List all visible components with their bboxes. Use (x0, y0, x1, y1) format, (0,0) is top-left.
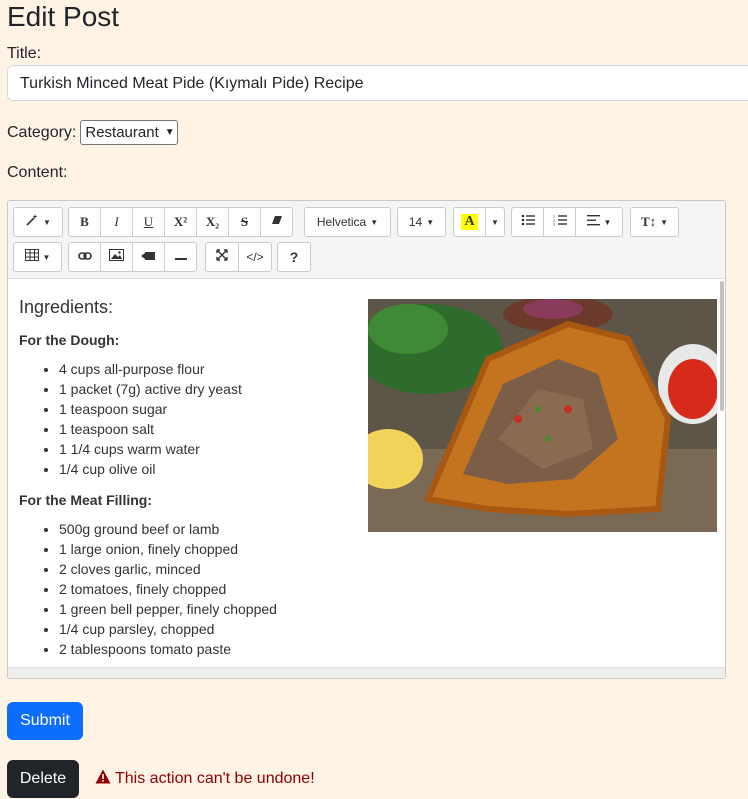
warning-text: This action can't be undone! (115, 770, 315, 787)
chevron-down-icon: ▼ (164, 127, 175, 138)
bold-button[interactable]: B (68, 207, 101, 237)
editor-scrollbar-thumb[interactable] (720, 281, 724, 411)
list-item: 1 packet (7g) active dry yeast (59, 379, 242, 399)
dough-list: 4 cups all-purpose flour 1 packet (7g) a… (19, 359, 242, 479)
line-height-dropdown[interactable]: T↕ ▼ (630, 207, 679, 237)
insert-image-button[interactable] (100, 242, 133, 272)
dough-subheading: For the Dough: (19, 332, 120, 348)
editor-toolbar: ▼ B I U X² X₂ S Helvetica ▼ 14 ▼ A ▼ 1 2… (8, 201, 725, 279)
font-size-value: 14 (408, 215, 423, 229)
delete-button[interactable]: Delete (7, 760, 79, 798)
category-row: Category: Restaurant ▼ (7, 120, 178, 145)
list-item: 500g ground beef or lamb (59, 519, 277, 539)
align-left-icon (586, 214, 600, 230)
numbered-list-icon: 123 (553, 214, 567, 230)
italic-button[interactable]: I (100, 207, 133, 237)
minus-icon (174, 249, 187, 265)
fullscreen-button[interactable] (205, 242, 239, 272)
editor-resize-bar[interactable] (8, 667, 725, 678)
title-label: Title: (7, 45, 42, 62)
list-item: 2 cloves garlic, minced (59, 559, 277, 579)
list-item: 1 green bell pepper, finely chopped (59, 599, 277, 619)
page-title: Edit Post (7, 1, 120, 32)
table-icon (24, 249, 39, 265)
category-label: Category: (7, 123, 77, 141)
list-item: 2 tablespoons tomato paste (59, 639, 277, 659)
line-height-icon: T↕ (640, 214, 657, 229)
insert-link-button[interactable] (68, 242, 101, 272)
bullet-list-icon (521, 214, 535, 230)
submit-button[interactable]: Submit (7, 702, 83, 740)
ingredients-heading: Ingredients: (19, 297, 114, 317)
code-view-button[interactable]: </> (238, 242, 272, 272)
ordered-list-button[interactable]: 123 (543, 207, 576, 237)
help-button[interactable]: ? (277, 242, 311, 272)
underline-button[interactable]: U (132, 207, 165, 237)
code-icon: </> (246, 250, 264, 264)
list-item: 1 large onion, finely chopped (59, 539, 277, 559)
text-color-icon: A (461, 214, 478, 230)
rich-text-editor: ▼ B I U X² X₂ S Helvetica ▼ 14 ▼ A ▼ 1 2… (7, 200, 726, 679)
subscript-button[interactable]: X₂ (196, 207, 229, 237)
list-item: 1/4 cup parsley, chopped (59, 619, 277, 639)
editor-content[interactable]: Ingredients: For the Dough: 4 cups all-p… (9, 279, 721, 669)
color-dropdown-toggle[interactable]: ▼ (485, 207, 505, 237)
table-dropdown[interactable]: ▼ (13, 242, 62, 272)
expand-icon (216, 249, 228, 265)
list-item: 4 cups all-purpose flour (59, 359, 242, 379)
eraser-icon (271, 214, 283, 230)
filling-subheading: For the Meat Filling: (19, 492, 152, 508)
list-item: 1 teaspoon salt (59, 419, 242, 439)
clear-format-button[interactable] (260, 207, 293, 237)
strikethrough-button[interactable]: S (228, 207, 261, 237)
list-item: 1/4 cup olive oil (59, 459, 242, 479)
filling-list: 500g ground beef or lamb 1 large onion, … (19, 519, 277, 659)
warning-icon (95, 769, 115, 789)
magic-style-button[interactable]: ▼ (13, 207, 63, 237)
svg-text:3: 3 (553, 222, 555, 226)
category-select[interactable]: Restaurant ▼ (80, 120, 178, 145)
list-item: 2 tomatoes, finely chopped (59, 579, 277, 599)
horizontal-rule-button[interactable] (164, 242, 197, 272)
category-select-value: Restaurant (85, 124, 159, 141)
superscript-button[interactable]: X² (164, 207, 197, 237)
image-icon (109, 249, 124, 265)
font-name-dropdown[interactable]: Helvetica ▼ (304, 207, 391, 237)
font-size-dropdown[interactable]: 14 ▼ (397, 207, 446, 237)
font-name-value: Helvetica (316, 215, 367, 229)
insert-video-button[interactable] (132, 242, 165, 272)
unordered-list-button[interactable] (511, 207, 544, 237)
content-label: Content: (7, 164, 68, 181)
video-icon (141, 249, 156, 265)
link-icon (77, 249, 92, 265)
recipe-photo[interactable] (368, 299, 717, 532)
list-item: 1 1/4 cups warm water (59, 439, 242, 459)
delete-warning: This action can't be undone! (95, 769, 315, 789)
title-input[interactable]: Turkish Minced Meat Pide (Kıymalı Pide) … (7, 65, 748, 101)
list-item: 1 teaspoon sugar (59, 399, 242, 419)
paragraph-align-dropdown[interactable]: ▼ (575, 207, 623, 237)
text-color-button[interactable]: A (453, 207, 486, 237)
magic-wand-icon (25, 213, 39, 231)
